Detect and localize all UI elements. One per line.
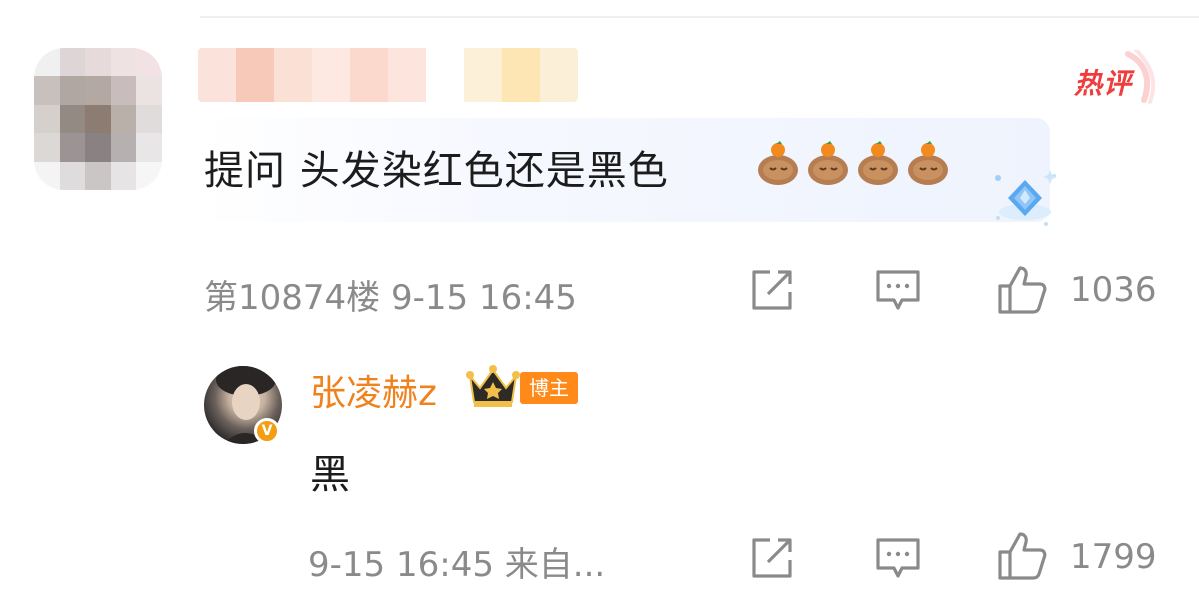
comment-text: 提问 头发染红色还是黑色 [204, 148, 669, 194]
thumbs-up-icon[interactable] [996, 530, 1048, 586]
diamond-icon [990, 168, 1060, 228]
capybara-emoji [806, 140, 850, 186]
hot-label: 热评 [1074, 67, 1133, 100]
share-icon[interactable] [748, 266, 796, 318]
blogger-name[interactable]: 张凌赫z [310, 364, 437, 416]
reply-text: 黑 [310, 452, 350, 498]
comment-icon[interactable] [874, 268, 922, 316]
capybara-emoji [756, 140, 800, 186]
emoji-group [756, 140, 950, 186]
capybara-emoji [906, 140, 950, 186]
top-divider [200, 16, 1199, 18]
reply-time-source: 9-15 16:45 来自... [308, 545, 606, 585]
commenter-name[interactable] [198, 48, 578, 102]
crown-icon [464, 364, 522, 410]
capybara-emoji [856, 140, 900, 186]
verified-badge: V [254, 418, 280, 444]
comment-floor-time: 第10874楼 9-15 16:45 [204, 278, 577, 318]
share-icon[interactable] [748, 534, 796, 586]
comment-like-count: 1036 [1070, 270, 1157, 310]
hot-comment-badge: 热评 [1070, 50, 1160, 110]
comment-icon[interactable] [874, 536, 922, 584]
commenter-avatar[interactable] [34, 48, 162, 190]
blogger-tag: 博主 [520, 372, 578, 404]
thumbs-up-icon[interactable] [996, 264, 1048, 320]
reply-like-count: 1799 [1070, 537, 1157, 577]
